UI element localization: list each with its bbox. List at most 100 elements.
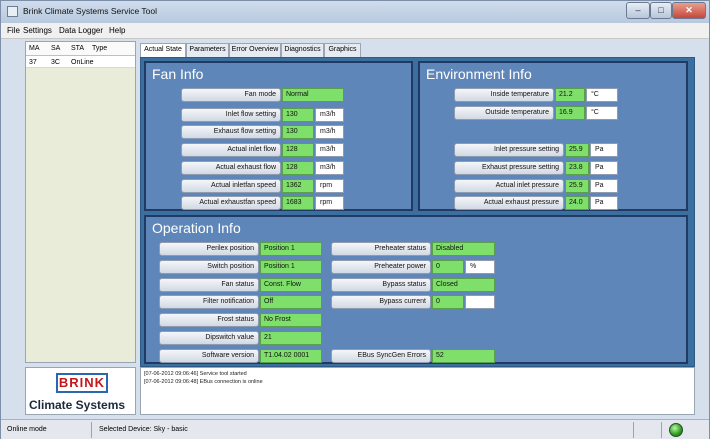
inlet-flow-setting-unit: m3/h bbox=[315, 108, 344, 122]
exhaust-flow-setting-label: Exhaust flow setting bbox=[181, 125, 281, 139]
tab-diagnostics[interactable]: Diagnostics bbox=[281, 43, 324, 57]
ebus-syncgen-errors-label: EBus SyncGen Errors bbox=[331, 349, 431, 363]
fan-info-title: Fan Info bbox=[152, 66, 204, 82]
col-sa[interactable]: SA bbox=[51, 45, 60, 52]
exhaust-pressure-setting-unit: Pa bbox=[590, 161, 618, 175]
actual-inlet-pressure-unit: Pa bbox=[590, 179, 618, 193]
tab-error-overview[interactable]: Error Overview bbox=[229, 43, 281, 57]
actual-inletfan-speed-label: Actual inletfan speed bbox=[181, 179, 281, 193]
status-separator bbox=[661, 422, 662, 438]
switch-position-label: Switch position bbox=[159, 260, 259, 274]
inside-temperature-label: Inside temperature bbox=[454, 88, 554, 102]
frost-status-label: Frost status bbox=[159, 313, 259, 327]
exhaust-pressure-setting-label: Exhaust pressure setting bbox=[454, 161, 564, 175]
preheater-status-value: Disabled bbox=[432, 242, 495, 256]
actual-exhaustfan-speed-label: Actual exhaustfan speed bbox=[181, 196, 281, 210]
device-list: MA SA STA Type 37 3C OnLine bbox=[25, 41, 136, 363]
tab-graphics[interactable]: Graphics bbox=[324, 43, 361, 57]
ebus-syncgen-errors-value: 52 bbox=[432, 349, 495, 363]
perilex-position-value: Position 1 bbox=[260, 242, 322, 256]
fan-mode-label: Fan mode bbox=[181, 88, 281, 102]
brink-logo: BRINK bbox=[56, 373, 108, 393]
fan-status-value: Const. Flow bbox=[260, 278, 322, 292]
window-title: Brink Climate Systems Service Tool bbox=[23, 6, 157, 16]
bypass-status-label: Bypass status bbox=[331, 278, 431, 292]
bypass-current-label: Bypass current bbox=[331, 295, 431, 309]
actual-exhaust-pressure-value: 24.0 bbox=[565, 196, 589, 210]
tab-parameters[interactable]: Parameters bbox=[186, 43, 229, 57]
actual-inlet-pressure-label: Actual inlet pressure bbox=[454, 179, 564, 193]
col-ma[interactable]: MA bbox=[29, 45, 40, 52]
inlet-pressure-setting-label: Inlet pressure setting bbox=[454, 143, 564, 157]
bypass-status-value: Closed bbox=[432, 278, 495, 292]
status-bar: Online mode Selected Device: Sky - basic bbox=[1, 419, 709, 439]
outside-temperature-label: Outside temperature bbox=[454, 106, 554, 120]
fan-mode-value: Normal bbox=[282, 88, 344, 102]
status-selected-device: Selected Device: Sky - basic bbox=[99, 426, 188, 433]
menu-data-logger[interactable]: Data Logger bbox=[59, 26, 103, 35]
col-type[interactable]: Type bbox=[92, 45, 107, 52]
inlet-pressure-setting-value: 25.9 bbox=[565, 143, 589, 157]
actual-exhaustfan-speed-value: 1683 bbox=[282, 196, 314, 210]
log-line: [07-06-2012 09:06:48] EBus connection is… bbox=[144, 379, 263, 385]
actual-inlet-flow-unit: m3/h bbox=[315, 143, 344, 157]
fan-status-label: Fan status bbox=[159, 278, 259, 292]
preheater-power-unit: % bbox=[465, 260, 495, 274]
environment-info-title: Environment Info bbox=[426, 66, 532, 82]
log-line: [07-06-2012 09:06:46] Service tool start… bbox=[144, 371, 247, 377]
device-row[interactable]: 37 3C OnLine bbox=[26, 56, 135, 68]
actual-exhaust-flow-label: Actual exhaust flow bbox=[181, 161, 281, 175]
preheater-status-label: Preheater status bbox=[331, 242, 431, 256]
menu-settings[interactable]: Settings bbox=[23, 26, 52, 35]
exhaust-flow-setting-unit: m3/h bbox=[315, 125, 344, 139]
dipswitch-value-value: 21 bbox=[260, 331, 322, 345]
log-output[interactable]: [07-06-2012 09:06:46] Service tool start… bbox=[140, 367, 695, 415]
perilex-position-label: Perilex position bbox=[159, 242, 259, 256]
bypass-current-value: 0 bbox=[432, 295, 464, 309]
menu-file[interactable]: File bbox=[7, 26, 20, 35]
maximize-button[interactable]: □ bbox=[650, 2, 672, 19]
brand-logo-area: BRINK Climate Systems bbox=[25, 367, 136, 415]
filter-notification-value: Off bbox=[260, 295, 322, 309]
preheater-power-value: 0 bbox=[432, 260, 464, 274]
connection-status-led-icon bbox=[669, 423, 683, 437]
tab-actual-state[interactable]: Actual State bbox=[140, 43, 186, 58]
exhaust-flow-setting-value: 130 bbox=[282, 125, 314, 139]
device-sa: 3C bbox=[51, 59, 60, 66]
outside-temperature-unit: °C bbox=[586, 106, 618, 120]
menu-help[interactable]: Help bbox=[109, 26, 125, 35]
inside-temperature-unit: °C bbox=[586, 88, 618, 102]
status-mode: Online mode bbox=[7, 426, 47, 433]
actual-inletfan-speed-value: 1362 bbox=[282, 179, 314, 193]
frost-status-value: No Frost bbox=[260, 313, 322, 327]
actual-exhaust-flow-value: 128 bbox=[282, 161, 314, 175]
status-separator bbox=[633, 422, 634, 438]
col-sta[interactable]: STA bbox=[71, 45, 84, 52]
title-bar: Brink Climate Systems Service Tool – □ ✕ bbox=[1, 1, 709, 23]
device-list-header: MA SA STA Type bbox=[26, 42, 135, 56]
fan-info-panel: Fan Info Fan mode Normal Inlet flow sett… bbox=[144, 61, 413, 211]
preheater-power-label: Preheater power bbox=[331, 260, 431, 274]
actual-exhaust-flow-unit: m3/h bbox=[315, 161, 344, 175]
inlet-flow-setting-label: Inlet flow setting bbox=[181, 108, 281, 122]
app-icon bbox=[7, 6, 18, 17]
operation-info-panel: Operation Info Perilex position Position… bbox=[144, 215, 688, 364]
dipswitch-value-label: Dipswitch value bbox=[159, 331, 259, 345]
close-button[interactable]: ✕ bbox=[672, 2, 706, 19]
actual-inlet-flow-label: Actual inlet flow bbox=[181, 143, 281, 157]
bypass-current-blank bbox=[465, 295, 495, 309]
device-ma: 37 bbox=[29, 59, 37, 66]
brand-tagline: Climate Systems bbox=[29, 398, 126, 412]
exhaust-pressure-setting-value: 23.8 bbox=[565, 161, 589, 175]
inlet-flow-setting-value: 130 bbox=[282, 108, 314, 122]
inside-temperature-value: 21.2 bbox=[555, 88, 585, 102]
app-window: Brink Climate Systems Service Tool – □ ✕… bbox=[0, 0, 710, 439]
minimize-button[interactable]: – bbox=[626, 2, 650, 19]
actual-state-panel: Fan Info Fan mode Normal Inlet flow sett… bbox=[140, 57, 695, 367]
software-version-label: Software version bbox=[159, 349, 259, 363]
actual-inlet-flow-value: 128 bbox=[282, 143, 314, 157]
actual-exhaust-pressure-unit: Pa bbox=[590, 196, 618, 210]
device-sta: OnLine bbox=[71, 59, 94, 66]
actual-exhaust-pressure-label: Actual exhaust pressure bbox=[454, 196, 564, 210]
switch-position-value: Position 1 bbox=[260, 260, 322, 274]
